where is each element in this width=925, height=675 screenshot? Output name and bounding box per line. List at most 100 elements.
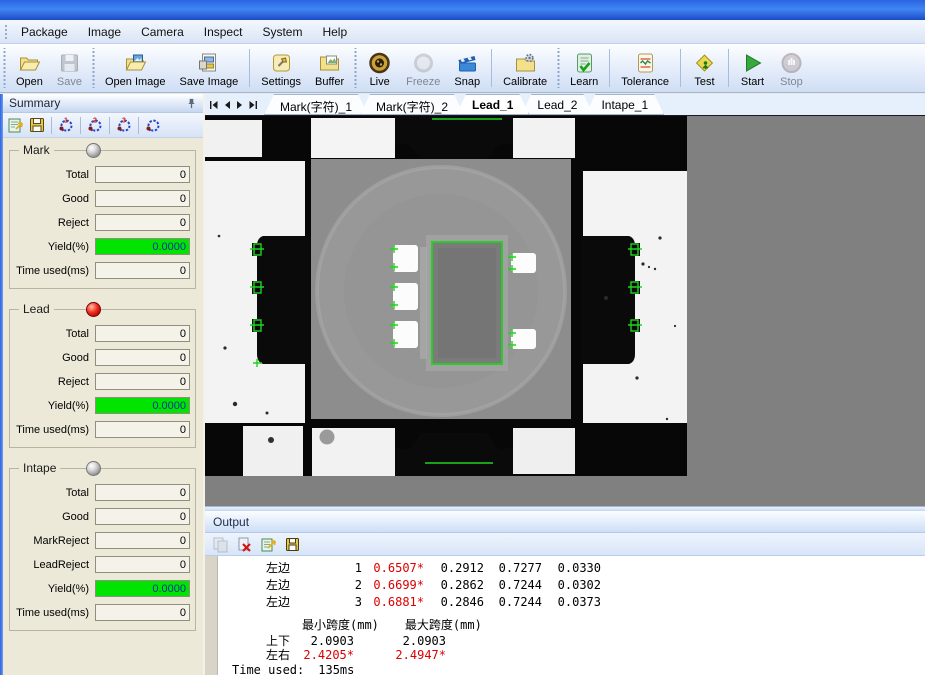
span-row: 左右2.4205*2.4947* — [224, 648, 925, 662]
tab-nav-prev-button[interactable] — [222, 100, 232, 110]
lead-yield-value: 0.0000 — [95, 397, 190, 414]
toolbar-drag-handle — [90, 48, 97, 88]
learn-icon — [572, 51, 597, 75]
tab-lead-2[interactable]: Lead_2 — [521, 94, 593, 115]
view-tabs: Mark(字符)_1 Mark(字符)_2 Lead_1 Lead_2 Inta… — [264, 94, 656, 115]
save-icon[interactable] — [284, 536, 301, 553]
toolbar-drag-handle — [352, 48, 359, 88]
measurement-row: 左边30.6881*0.28460.72440.0373 — [224, 594, 925, 611]
export-report-icon[interactable] — [7, 116, 25, 134]
field-label: MarkReject — [12, 535, 95, 547]
field-label: Good — [12, 511, 95, 523]
tab-intape-1[interactable]: Intape_1 — [585, 94, 664, 115]
mark-reject-value: 0 — [95, 214, 190, 231]
value: 0.7244 — [484, 594, 542, 611]
tab-nav-last-button[interactable] — [248, 100, 258, 110]
freeze-icon — [411, 51, 436, 75]
field-label: Total — [12, 169, 95, 181]
max-span-header: 最大跨度(mm) — [405, 617, 482, 634]
settings-button[interactable]: Settings — [254, 45, 308, 91]
value: 0.0302 — [542, 577, 601, 594]
reset-1-icon[interactable]: 1 — [57, 116, 75, 134]
field-label: Time used(ms) — [12, 607, 95, 619]
time-used-value: 135ms — [318, 662, 354, 675]
tab-nav-next-button[interactable] — [235, 100, 245, 110]
seq-value: 3 — [290, 594, 362, 611]
toolbar-separator — [491, 49, 492, 87]
menu-help[interactable]: Help — [312, 21, 357, 43]
snap-button[interactable]: Snap — [447, 45, 487, 91]
calibrate-label: Calibrate — [503, 76, 547, 88]
reset-2-icon[interactable]: 2 — [86, 116, 104, 134]
intape-markreject-value: 0 — [95, 532, 190, 549]
buffer-icon — [317, 51, 342, 75]
alert-value: 0.6881* — [362, 594, 424, 611]
tab-nav-first-button[interactable] — [209, 100, 219, 110]
max-span-value: 2.0903 — [354, 634, 446, 648]
menu-system[interactable]: System — [252, 21, 312, 43]
buffer-button[interactable]: Buffer — [308, 45, 351, 91]
learn-button[interactable]: Learn — [563, 45, 605, 91]
reset-3-icon[interactable]: 3 — [115, 116, 133, 134]
live-button[interactable]: Live — [360, 45, 399, 91]
save-icon — [57, 51, 82, 75]
output-log[interactable]: 左边10.6507*0.29120.72770.0330 左边20.6699*0… — [205, 556, 925, 675]
summary-panel: Summary 1 2 3 Mark Total0 — [3, 94, 205, 675]
menu-inspect[interactable]: Inspect — [194, 21, 253, 43]
toolbar-separator — [728, 49, 729, 87]
clear-icon[interactable] — [236, 536, 253, 553]
menu-camera[interactable]: Camera — [131, 21, 194, 43]
open-label: Open — [16, 76, 43, 88]
menu-bar: Package Image Camera Inspect System Help — [0, 20, 925, 44]
pin-icon[interactable] — [186, 98, 197, 109]
tab-mark-2[interactable]: Mark(字符)_2 — [360, 94, 464, 115]
menu-package[interactable]: Package — [11, 21, 78, 43]
intape-good-value: 0 — [95, 508, 190, 525]
intape-group: Intape Total0 Good0 MarkReject0 LeadReje… — [9, 468, 196, 631]
measurement-row: 左边10.6507*0.29120.72770.0330 — [224, 560, 925, 577]
field-label: Good — [12, 352, 95, 364]
field-label: Time used(ms) — [12, 424, 95, 436]
panel-toolbar-separator — [109, 117, 110, 134]
lead-group: Lead Total0 Good0 Reject0 Yield(%)0.0000… — [9, 309, 196, 448]
save-button: Save — [50, 45, 89, 91]
field-label: Yield(%) — [12, 400, 95, 412]
calibrate-button[interactable]: Calibrate — [496, 45, 554, 91]
min-span-header: 最小跨度(mm) — [302, 617, 379, 634]
folder-open-icon — [17, 51, 42, 75]
svg-text:2: 2 — [93, 118, 97, 125]
intape-group-label: Intape — [19, 461, 60, 475]
save-icon[interactable] — [28, 116, 46, 134]
snap-label: Snap — [454, 76, 480, 88]
test-button[interactable]: Test — [685, 45, 724, 91]
panel-toolbar-separator — [138, 117, 139, 134]
tab-nav — [205, 94, 264, 115]
start-button[interactable]: Start — [733, 45, 772, 91]
save-image-button[interactable]: Save Image — [173, 45, 246, 91]
open-button[interactable]: Open — [9, 45, 50, 91]
lead-total-value: 0 — [95, 325, 190, 342]
panel-toolbar-separator — [51, 117, 52, 134]
tolerance-button[interactable]: Tolerance — [614, 45, 676, 91]
export-report-icon[interactable] — [260, 536, 277, 553]
lead-group-label: Lead — [19, 302, 54, 316]
tab-mark-1[interactable]: Mark(字符)_1 — [264, 94, 368, 115]
start-label: Start — [741, 76, 764, 88]
tab-lead-1[interactable]: Lead_1 — [456, 94, 529, 115]
reset-all-icon[interactable] — [144, 116, 162, 134]
svg-text:1: 1 — [64, 118, 68, 125]
intape-time-value: 0 — [95, 604, 190, 621]
field-label: Good — [12, 193, 95, 205]
camera-image-viewport[interactable] — [205, 116, 925, 506]
alert-value: 0.6507* — [362, 560, 424, 577]
summary-panel-header: Summary — [3, 94, 203, 113]
intape-leadreject-value: 0 — [95, 556, 190, 573]
output-scrollbar[interactable] — [205, 556, 218, 675]
alert-value: 0.6699* — [362, 577, 424, 594]
open-image-icon — [123, 51, 148, 75]
open-image-button[interactable]: Open Image — [98, 45, 173, 91]
freeze-label: Freeze — [406, 76, 440, 88]
save-label: Save — [57, 76, 82, 88]
seq-value: 1 — [290, 560, 362, 577]
menu-image[interactable]: Image — [78, 21, 131, 43]
